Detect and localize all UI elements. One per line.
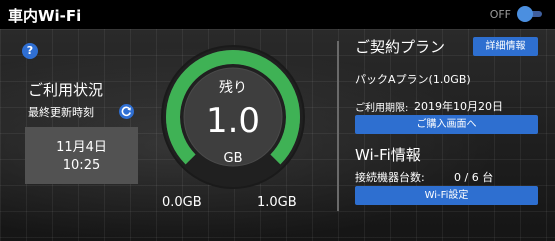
remaining-label: 残り <box>219 80 247 96</box>
wifi-settings-button[interactable]: Wi-Fi設定 <box>355 186 538 205</box>
gauge-max-label: 1.0GB <box>257 195 297 210</box>
contract-title: ご契約プラン <box>355 38 446 56</box>
expiry-value: 2019年10月20日 <box>414 100 503 113</box>
expiry-label: ご利用期限: <box>355 103 409 114</box>
wifi-toggle[interactable]: OFF <box>489 6 542 22</box>
connected-devices-label: 接続機器台数: <box>355 171 425 184</box>
detail-button[interactable]: 詳細情報 <box>473 37 538 56</box>
connected-devices-value: 0 / 6 台 <box>454 171 494 184</box>
last-updated-label: 最終更新時刻 <box>28 106 94 119</box>
top-bar: 車内Wi-Fi OFF <box>0 0 555 29</box>
toggle-knob <box>517 6 533 22</box>
remaining-unit: GB <box>223 151 243 166</box>
remaining-value: 1.0 <box>205 101 261 141</box>
main-panel: ? ご利用状況 最終更新時刻 11月4日 10:25 残り 1.0 GB 0.0… <box>0 29 555 241</box>
plan-name: パックAプラン(1.0GB) <box>355 73 471 86</box>
section-divider <box>337 41 339 211</box>
purchase-button[interactable]: ご購入画面へ <box>355 115 538 134</box>
refresh-icon[interactable] <box>119 104 134 119</box>
last-updated-date: 11月4日 <box>56 140 107 155</box>
gauge-min-label: 0.0GB <box>162 195 202 210</box>
app-title: 車内Wi-Fi <box>8 7 82 25</box>
toggle-switch-icon[interactable] <box>517 6 542 22</box>
wifi-info-title: Wi-Fi情報 <box>355 146 421 164</box>
toggle-label: OFF <box>489 7 511 21</box>
help-icon[interactable]: ? <box>22 43 38 59</box>
last-updated-time: 10:25 <box>62 158 101 173</box>
last-updated-box: 11月4日 10:25 <box>25 127 138 184</box>
usage-title: ご利用状況 <box>28 81 104 99</box>
